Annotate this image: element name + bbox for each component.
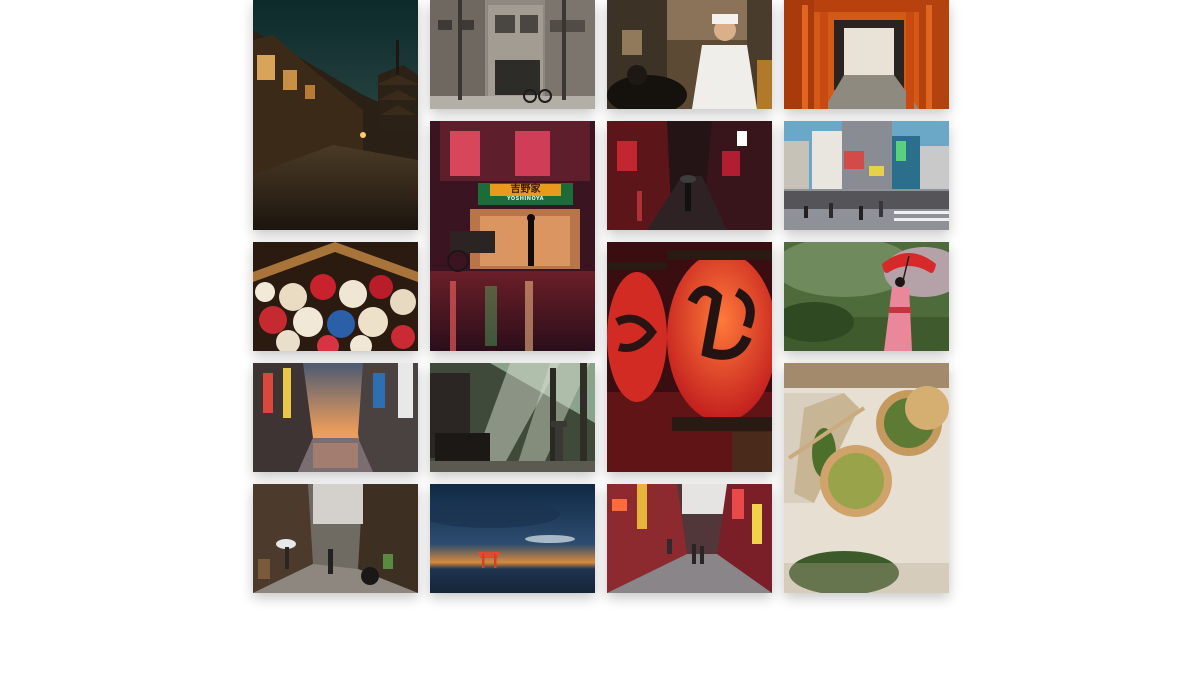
yoshinoya-sign: 吉野家 YOSHINOYA xyxy=(478,183,573,205)
photo-matcha-green-tea[interactable] xyxy=(784,363,949,593)
photo-floating-torii-twilight[interactable] xyxy=(430,484,595,593)
photo-kyoto-pagoda-street[interactable] xyxy=(253,0,418,230)
photo-tokyo-street-corner[interactable] xyxy=(430,0,595,109)
photo-rainy-street-pedestrians[interactable] xyxy=(253,484,418,593)
photo-paper-umbrella-display[interactable] xyxy=(253,242,418,351)
photo-temple-sunbeams-forest[interactable] xyxy=(430,363,595,472)
photo-yoshinoya-night-reflection[interactable]: 吉野家 YOSHINOYA xyxy=(430,121,595,351)
photo-torii-gate-tunnel[interactable] xyxy=(784,0,949,109)
photo-kimono-woman-red-parasol[interactable] xyxy=(784,242,949,351)
photo-dotonbori-canal-sunset[interactable] xyxy=(253,363,418,472)
sign-text: 吉野家 xyxy=(490,184,561,196)
photo-neon-shopping-street[interactable] xyxy=(607,484,772,593)
photo-shibuya-crossing[interactable] xyxy=(784,121,949,230)
photo-ramen-chef-kitchen[interactable] xyxy=(607,0,772,109)
sign-subtext: YOSHINOYA xyxy=(506,196,545,202)
photo-red-paper-lanterns[interactable] xyxy=(607,242,772,472)
photo-rainy-red-alley[interactable] xyxy=(607,121,772,230)
photo-gallery: 吉野家 YOSHINOYA xyxy=(253,0,949,593)
